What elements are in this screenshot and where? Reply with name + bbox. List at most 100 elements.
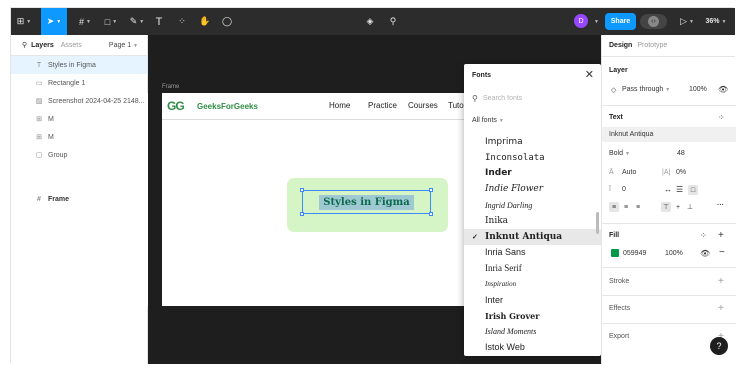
card-text[interactable]: Styles in Figma: [319, 194, 414, 210]
layer-item[interactable]: ▭ Rectangle 1: [11, 74, 147, 92]
layer-opacity[interactable]: 100%: [689, 86, 707, 93]
pen-tool-button[interactable]: ✎ ▼: [125, 8, 149, 35]
align-bottom-icon[interactable]: ⊥: [685, 202, 695, 212]
font-option[interactable]: Inspiration: [464, 276, 601, 292]
font-search-input[interactable]: [483, 92, 591, 105]
fill-swatch[interactable]: [611, 249, 619, 257]
layer-item[interactable]: ▨ Screenshot 2024-04-25 2148...: [11, 92, 147, 110]
chevron-down-icon[interactable]: ▼: [594, 19, 599, 25]
paragraph-spacing-input[interactable]: 0: [622, 186, 626, 193]
close-icon[interactable]: ✕: [585, 68, 594, 81]
search-icon[interactable]: ⚲: [22, 41, 27, 49]
eye-icon[interactable]: 👁: [700, 249, 710, 258]
align-right-icon[interactable]: ≡: [633, 202, 643, 212]
tab-design[interactable]: Design: [609, 42, 632, 49]
font-option[interactable]: Imprima: [464, 134, 601, 150]
resources-button[interactable]: ⁘: [175, 8, 189, 35]
font-option[interactable]: Inter: [464, 292, 601, 308]
align-top-icon[interactable]: ⊤: [661, 202, 671, 212]
layer-item[interactable]: ▢ Group: [11, 146, 147, 164]
blend-mode-select[interactable]: Pass through ▼: [622, 86, 670, 93]
frame-tool-button[interactable]: # ▼: [73, 8, 97, 35]
resize-handle[interactable]: [429, 212, 433, 216]
auto-width-icon[interactable]: ↔: [664, 185, 672, 194]
fonts-dropdown: Fonts ✕ ⚲ All fonts ▼ Imprima Inconsolata…: [464, 64, 601, 356]
font-option[interactable]: Ingrid Darling: [464, 197, 601, 213]
font-option[interactable]: ✓ Inknut Antiqua: [464, 228, 601, 245]
green-rectangle[interactable]: Styles in Figma: [287, 178, 448, 232]
text-styles-icon[interactable]: ⁘: [718, 113, 725, 122]
chevron-down-icon: ▼: [498, 118, 504, 124]
shape-tool-button[interactable]: □ ▼: [99, 8, 123, 35]
move-tool-button[interactable]: ➤ ▼: [41, 8, 67, 35]
layer-item[interactable]: ⊞ M: [11, 128, 147, 146]
eye-icon[interactable]: 👁: [718, 85, 728, 94]
add-fill-icon[interactable]: +: [718, 230, 724, 241]
chevron-down-icon: ▼: [56, 18, 62, 25]
diamond-icon: ◈: [366, 16, 374, 26]
fill-hex-input[interactable]: 059949: [623, 250, 646, 257]
main-menu-button[interactable]: ⊞ ▼: [11, 8, 37, 35]
zoom-menu[interactable]: 36% ▼: [703, 8, 729, 35]
font-option[interactable]: Irish Grover: [464, 308, 601, 324]
add-effect-icon[interactable]: +: [718, 303, 724, 314]
hand-tool-button[interactable]: ✋: [198, 8, 212, 35]
font-option[interactable]: Inria Sans: [464, 245, 601, 261]
font-option-label: Inter: [485, 294, 504, 305]
font-option[interactable]: Inconsolata: [464, 150, 601, 166]
scrollbar-thumb[interactable]: [596, 212, 599, 234]
fill-opacity-input[interactable]: 100%: [665, 250, 683, 257]
font-option[interactable]: Island Moments: [464, 324, 601, 340]
letter-spacing-input[interactable]: 0%: [676, 169, 686, 176]
help-button[interactable]: ?: [710, 337, 728, 355]
hand-icon: ✋: [199, 16, 211, 26]
link-button[interactable]: ⚲: [386, 8, 400, 35]
line-height-input[interactable]: Auto: [622, 169, 636, 176]
stroke-section-title: Stroke: [609, 278, 630, 285]
font-option[interactable]: Indie Flower: [464, 181, 601, 197]
font-option[interactable]: Inder: [464, 166, 601, 182]
text-tool-button[interactable]: T: [152, 8, 166, 35]
resize-handle[interactable]: [300, 188, 304, 192]
component-button[interactable]: ◈: [363, 8, 377, 35]
font-option[interactable]: Inria Serif: [464, 260, 601, 276]
selected-text-layer[interactable]: Styles in Figma: [300, 188, 433, 216]
more-options-icon[interactable]: ···: [717, 202, 724, 209]
dev-mode-toggle[interactable]: ‹›: [640, 14, 667, 29]
effects-section-title: Effects: [609, 305, 631, 312]
comment-tool-button[interactable]: ◯: [220, 8, 234, 35]
remove-fill-icon[interactable]: −: [719, 247, 725, 258]
present-button[interactable]: ▷ ▼: [677, 8, 697, 35]
font-option-label: Inknut Antiqua: [485, 231, 563, 242]
layer-item[interactable]: ⊞ M: [11, 110, 147, 128]
page-selector[interactable]: Page 1 ▼: [109, 42, 138, 49]
font-size-input[interactable]: 48: [677, 150, 685, 157]
font-family-select[interactable]: Inknut Antiqua: [602, 127, 736, 142]
tab-prototype[interactable]: Prototype: [637, 42, 667, 49]
fill-section-title: Fill: [609, 232, 620, 239]
tab-layers[interactable]: Layers: [31, 42, 54, 49]
chevron-down-icon: ▼: [112, 18, 118, 25]
fixed-size-icon[interactable]: □: [688, 185, 698, 195]
resize-handle[interactable]: [300, 212, 304, 216]
layer-label: Styles in Figma: [48, 61, 96, 69]
font-option[interactable]: Inika: [464, 213, 601, 229]
share-button[interactable]: Share: [605, 13, 636, 30]
frame-label[interactable]: Frame: [162, 84, 179, 90]
styles-icon[interactable]: ⁘: [700, 231, 707, 240]
avatar[interactable]: D: [574, 14, 588, 28]
components-icon: ⁘: [178, 16, 186, 26]
layer-type-icon: ▢: [35, 152, 43, 159]
align-middle-icon[interactable]: +: [673, 202, 683, 212]
font-weight-select[interactable]: Bold ▼: [609, 150, 630, 157]
font-filter[interactable]: All fonts ▼: [472, 117, 504, 124]
resize-handle[interactable]: [429, 188, 433, 192]
align-center-icon[interactable]: ≡: [621, 202, 631, 212]
add-stroke-icon[interactable]: +: [718, 276, 724, 287]
layer-item[interactable]: T Styles in Figma: [11, 56, 147, 74]
tab-assets[interactable]: Assets: [61, 42, 82, 49]
design-frame[interactable]: GG GeeksForGeeks Home Practice Courses T…: [162, 93, 464, 306]
auto-height-icon[interactable]: ☰: [676, 185, 683, 194]
font-option[interactable]: Istok Web: [464, 339, 601, 355]
align-left-icon[interactable]: ≡: [609, 202, 619, 212]
